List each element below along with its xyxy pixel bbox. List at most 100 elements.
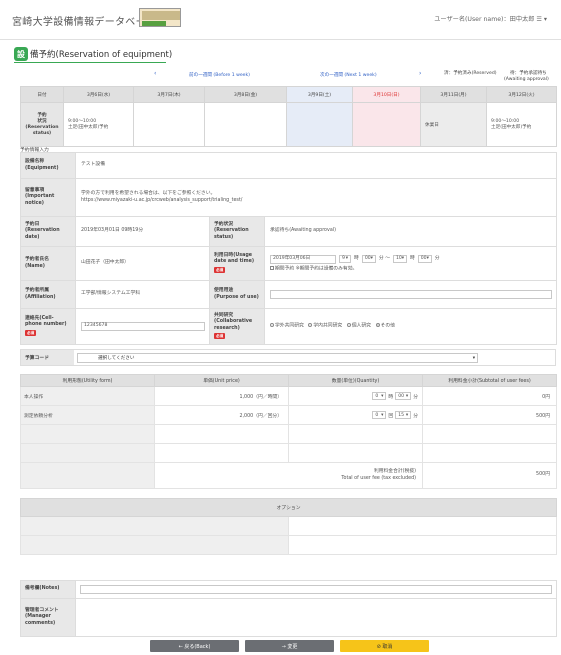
empty-cell <box>20 535 289 555</box>
app-header: 宮崎大学設備情報データベース ユーザー名(User name)：田中太郎 ☰ ▾ <box>0 0 561 40</box>
label-line: notice) <box>25 200 44 206</box>
selected-value: 0 <box>375 412 379 418</box>
calendar-day-header[interactable]: 3月12日(火) <box>486 86 557 103</box>
purpose-input[interactable] <box>270 290 552 299</box>
usage-datetime-value: 2019年03月06日 9 ▾ 時 00 ▾ 分 〜 10 ▾ 時 00 ▾ 分 期間予… <box>264 246 557 281</box>
prev-week-link[interactable]: 前の一週間 (Before 1 week) <box>189 72 250 78</box>
fee-unit-price: 1,000（円／時間） <box>154 386 289 406</box>
quantity-minute-select[interactable]: 15 ▾ <box>395 411 412 419</box>
form-row: 連絡先(Cell- phone number) 必須 12345678 共同研究… <box>20 308 557 345</box>
form-row: 管理者コメント (Manager comments) <box>20 598 557 637</box>
quantity-minute-select[interactable]: 00 ▾ <box>395 392 412 400</box>
empty-cell <box>20 516 289 536</box>
legend-awaiting: 待：予約承認待ち <box>510 71 547 76</box>
calendar-day-header[interactable]: 3月11日(月) <box>420 86 487 103</box>
budget-code-placeholder: 選択してください <box>98 356 135 361</box>
manager-comments-value <box>75 598 557 637</box>
next-week-link[interactable]: 次の一週間 (Next 1 week) <box>320 72 377 78</box>
calendar-cell[interactable]: 9:00〜10:00 土足(田中太郎)予約 <box>63 102 134 147</box>
fee-quantity: 0 ▾ 時 00 ▾ 分 <box>288 386 423 406</box>
usage-start-hour-select[interactable]: 9 ▾ <box>339 255 351 264</box>
name-label: 予約者氏名 (Name) <box>20 246 76 281</box>
period-reservation-label: 期間予約 ※期間予約は設備のみ有効。 <box>275 266 358 272</box>
collab-radio-internal[interactable] <box>308 323 313 328</box>
week-navigation: ‹ 前の一週間 (Before 1 week) 次の一週間 (Next 1 we… <box>20 68 555 86</box>
chevron-down-icon: ▾ <box>405 412 409 418</box>
cancel-reservation-button[interactable]: ⊘ 取消 <box>340 640 429 652</box>
usage-datetime-controls: 2019年03月06日 9 ▾ 時 00 ▾ 分 〜 10 ▾ 時 00 ▾ 分 <box>270 254 556 264</box>
table-row <box>20 424 557 444</box>
fee-form-name: 測定依頼分析 <box>20 405 155 425</box>
label-line: phone number) <box>25 322 67 328</box>
name-value: 山田花子（田中太郎） <box>75 246 210 281</box>
slot-reserver: 土足(田中太郎)予約 <box>68 124 109 130</box>
calendar-cell[interactable] <box>286 102 353 147</box>
selected-value: 00 <box>398 393 405 399</box>
next-week-arrow-icon[interactable]: › <box>419 70 421 77</box>
purpose-value <box>264 280 557 309</box>
notice-link[interactable]: https://www.miyazaki-u.ac.jp/crcweb/anal… <box>81 198 556 204</box>
empty-cell <box>154 424 289 444</box>
fee-subtotal: 0円 <box>422 386 557 406</box>
calendar-cell[interactable]: 9:00〜10:00 土足(田中太郎)予約 <box>486 102 557 147</box>
page-title-badge: 設 <box>14 47 28 61</box>
back-button[interactable]: ← 戻る(Back) <box>150 640 239 652</box>
calendar-cell[interactable] <box>133 102 205 147</box>
usage-end-hour-select[interactable]: 10 ▾ <box>392 255 407 264</box>
collab-radio-individual[interactable] <box>346 323 351 328</box>
budget-code-label: 予算コード <box>21 350 74 365</box>
budget-code-select[interactable]: 選択してください ▾ <box>77 353 478 363</box>
fee-unit-price: 2,000（円／回分） <box>154 405 289 425</box>
change-button[interactable]: → 変更 <box>245 640 334 652</box>
calendar-day-header[interactable]: 3月10日(日) <box>352 86 421 103</box>
calendar-day-header[interactable]: 3月7日(木) <box>133 86 205 103</box>
options-table: オプション <box>20 498 557 555</box>
collab-research-options: 学外共同研究 学内共同研究 個人研究 その他 <box>264 308 557 345</box>
logo-bottom-band <box>142 21 166 26</box>
unit-label: 分 〜 <box>378 255 390 261</box>
user-menu[interactable]: ユーザー名(User name)：田中太郎 ☰ ▾ <box>434 14 547 23</box>
empty-cell <box>154 443 289 463</box>
calendar-cell[interactable] <box>352 102 421 147</box>
label-line: research) <box>214 325 240 331</box>
usage-end-minute-select[interactable]: 00 ▾ <box>417 255 432 264</box>
calendar-cell-holiday: 休業日 <box>420 102 487 147</box>
manager-comments-label: 管理者コメント (Manager comments) <box>20 598 76 637</box>
collab-radio-other[interactable] <box>375 323 380 328</box>
table-row: 本人操作 1,000（円／時間） 0 ▾ 時 00 ▾ 分 0円 <box>20 386 557 406</box>
selected-value: 15 <box>398 412 405 418</box>
remarks-input[interactable] <box>80 585 552 594</box>
collab-research-label: 共同研究 (Collaborative research) 必須 <box>209 308 265 345</box>
quantity-hour-select[interactable]: 0 ▾ <box>372 392 387 400</box>
reservation-calendar: 日付 3月6日(水) 3月7日(木) 3月8日(金) 3月9日(土) 3月10日… <box>20 86 557 147</box>
period-reservation-checkbox[interactable] <box>270 265 274 270</box>
quantity-hour-select[interactable]: 0 ▾ <box>372 411 387 419</box>
legend-reserved: 済：予約済み(Reserved) <box>444 71 497 76</box>
calendar-day-header[interactable]: 3月6日(水) <box>63 86 134 103</box>
reservation-status-label: 予約 状況 (Reservation status) <box>20 102 64 147</box>
usage-start-minute-select[interactable]: 00 ▾ <box>361 255 376 264</box>
fee-col-header: 利用形態(Utility form) <box>20 374 155 387</box>
label-line: date and time) <box>214 259 255 265</box>
prev-week-arrow-icon[interactable]: ‹ <box>154 70 156 77</box>
empty-cell <box>20 462 155 489</box>
calendar-day-header[interactable]: 3月8日(金) <box>204 86 287 103</box>
empty-cell <box>20 424 155 444</box>
unit-label: 時 <box>409 255 415 261</box>
usage-date-input[interactable]: 2019年03月06日 <box>270 254 336 264</box>
calendar-cell[interactable] <box>204 102 287 147</box>
legend-awaiting-sub: (Awaiting approval) <box>504 77 549 82</box>
label-line: (Equipment) <box>25 165 59 171</box>
chevron-down-icon: ▾ <box>426 255 429 261</box>
chevron-down-icon: ▾ <box>381 412 384 418</box>
chevron-down-icon: ▾ <box>370 255 373 261</box>
empty-cell <box>20 443 155 463</box>
fee-table: 利用形態(Utility form) 単価(Unit price) 数量(単位)… <box>20 374 557 489</box>
page-title: 設 備予約(Reservation of equipment) <box>14 46 172 62</box>
reservation-date-value: 2019年03月01日 09時19分 <box>75 216 210 247</box>
calendar-day-header[interactable]: 3月9日(土) <box>286 86 353 103</box>
selected-value: 0 <box>375 393 379 399</box>
phone-input[interactable]: 12345678 <box>81 322 205 331</box>
empty-cell <box>422 424 557 444</box>
collab-radio-external[interactable] <box>270 323 274 328</box>
